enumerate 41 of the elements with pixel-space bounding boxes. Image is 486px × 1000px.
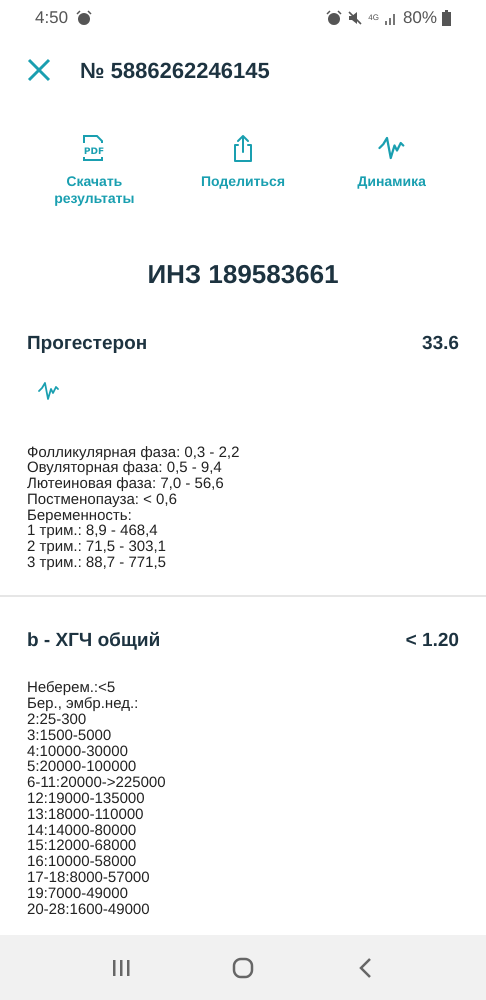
action-button[interactable]: Динамика [317, 133, 466, 190]
battery-level: 80% [402, 6, 437, 29]
reference-line: 3:1500-5000 [27, 728, 112, 744]
reference-line: 17-18:8000-57000 [27, 870, 151, 886]
mute-icon [347, 10, 364, 26]
reference-line: Лютеиновая фаза: 7,0 - 56,6 [27, 476, 225, 492]
battery-icon [442, 10, 451, 26]
order-id: ИНЗ 189583661 [147, 258, 339, 291]
test-name: Прогестерон [27, 332, 148, 356]
reference-line: 14:14000-80000 [27, 822, 138, 838]
reference-line: 2:25-300 [27, 712, 86, 728]
reference-line: Бер., эмбр.нед.: [27, 696, 140, 712]
action-button[interactable]: PDF Скачать результаты [20, 133, 169, 207]
reference-line: 20-28:1600-49000 [27, 902, 151, 918]
test-value: < 1.20 [406, 628, 459, 653]
network-type: 4G [368, 14, 379, 22]
reference-line: 12:19000-135000 [27, 790, 146, 807]
reference-line: 13:18000-110000 [27, 806, 144, 823]
test-value: 33.6 [422, 332, 459, 356]
reference-line: 2 трим.: 71,5 - 303,1 [27, 539, 167, 556]
reference-line: Неберем.:<5 [27, 680, 116, 696]
reference-line: 5:20000-100000 [27, 759, 138, 776]
test-name: b - ХГЧ общий [27, 628, 160, 653]
reference-line: Овуляторная фаза: 0,5 - 9,4 [27, 460, 223, 476]
alarm-icon [76, 10, 92, 26]
alarm-icon [326, 10, 342, 26]
status-time: 4:50 [35, 6, 68, 29]
reference-line: 15:12000-68000 [27, 838, 138, 854]
reference-line: 16:10000-58000 [27, 854, 138, 870]
home-button[interactable] [231, 956, 255, 980]
reference-line: 19:7000-49000 [27, 886, 129, 902]
action-button[interactable]: Поделиться [168, 133, 318, 190]
order-number: № 5886262246145 [80, 56, 270, 84]
reference-line: Постменопауза: < 0,6 [27, 492, 178, 508]
reference-line: Фолликулярная фаза: 0,3 - 2,2 [27, 444, 240, 460]
close-button[interactable] [26, 57, 52, 83]
reference-line: 4:10000-30000 [27, 744, 129, 760]
reference-line: 6-11:20000->225000 [27, 775, 167, 791]
reference-line: Беременность: [27, 508, 132, 524]
reference-line: 1 трим.: 8,9 - 468,4 [27, 523, 159, 540]
reference-line: 3 трим.: 88,7 - 771,5 [27, 555, 167, 571]
